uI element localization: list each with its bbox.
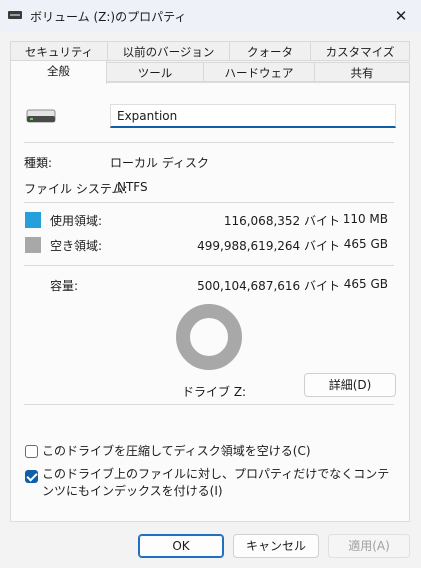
tab-previous-versions[interactable]: 以前のバージョン — [107, 41, 230, 61]
index-label: このドライブ上のファイルに対し、プロパティだけでなくコンテンツにもインデックスを… — [42, 467, 390, 498]
free-space-label: 空き領域: — [50, 239, 103, 253]
tab-tools[interactable]: ツール — [106, 62, 204, 82]
drive-title-icon — [8, 11, 22, 19]
drive-letter-label: ドライブ Z: — [182, 385, 247, 399]
used-space-label: 使用領域: — [50, 214, 103, 228]
details-button[interactable]: 詳細(D) — [304, 373, 396, 397]
tab-quota[interactable]: クォータ — [229, 41, 311, 61]
free-space-bytes: 499,988,619,264 バイト — [197, 239, 340, 253]
apply-button[interactable]: 適用(A) — [328, 534, 410, 558]
ok-button[interactable]: OK — [138, 534, 224, 558]
used-space-swatch — [25, 212, 41, 228]
divider — [24, 202, 394, 203]
divider — [24, 265, 394, 266]
tab-customize[interactable]: カスタマイズ — [310, 41, 410, 61]
tab-security[interactable]: セキュリティ — [10, 41, 108, 61]
compress-checkbox[interactable] — [25, 445, 38, 458]
close-icon: ✕ — [394, 7, 408, 25]
free-space-short: 465 GB — [343, 237, 388, 251]
index-checkbox[interactable] — [25, 470, 38, 483]
volume-name-input[interactable] — [110, 104, 396, 128]
compress-label: このドライブを圧縮してディスク領域を空ける(C) — [42, 444, 311, 458]
close-button[interactable]: ✕ — [381, 0, 421, 32]
free-space-swatch — [25, 237, 41, 253]
type-label: 種類: — [24, 156, 53, 170]
divider — [24, 404, 394, 405]
free-space-ring — [176, 304, 242, 370]
tab-general[interactable]: 全般 — [10, 60, 107, 84]
hard-drive-icon — [26, 109, 56, 123]
cancel-button[interactable]: キャンセル — [233, 534, 319, 558]
disk-usage-donut — [176, 304, 242, 370]
window-title: ボリューム (Z:)のプロパティ — [30, 10, 187, 24]
file-system-value: NTFS — [117, 180, 148, 194]
used-space-short: 110 MB — [342, 212, 388, 226]
divider — [24, 142, 394, 143]
capacity-short: 465 GB — [343, 277, 388, 291]
capacity-bytes: 500,104,687,616 バイト — [197, 279, 340, 293]
tab-hardware[interactable]: ハードウェア — [203, 62, 315, 82]
file-system-label: ファイル システム: — [24, 182, 128, 196]
used-space-bytes: 116,068,352 バイト — [223, 214, 340, 228]
type-value: ローカル ディスク — [110, 156, 209, 170]
capacity-label: 容量: — [50, 279, 79, 293]
tab-sharing[interactable]: 共有 — [314, 62, 410, 82]
